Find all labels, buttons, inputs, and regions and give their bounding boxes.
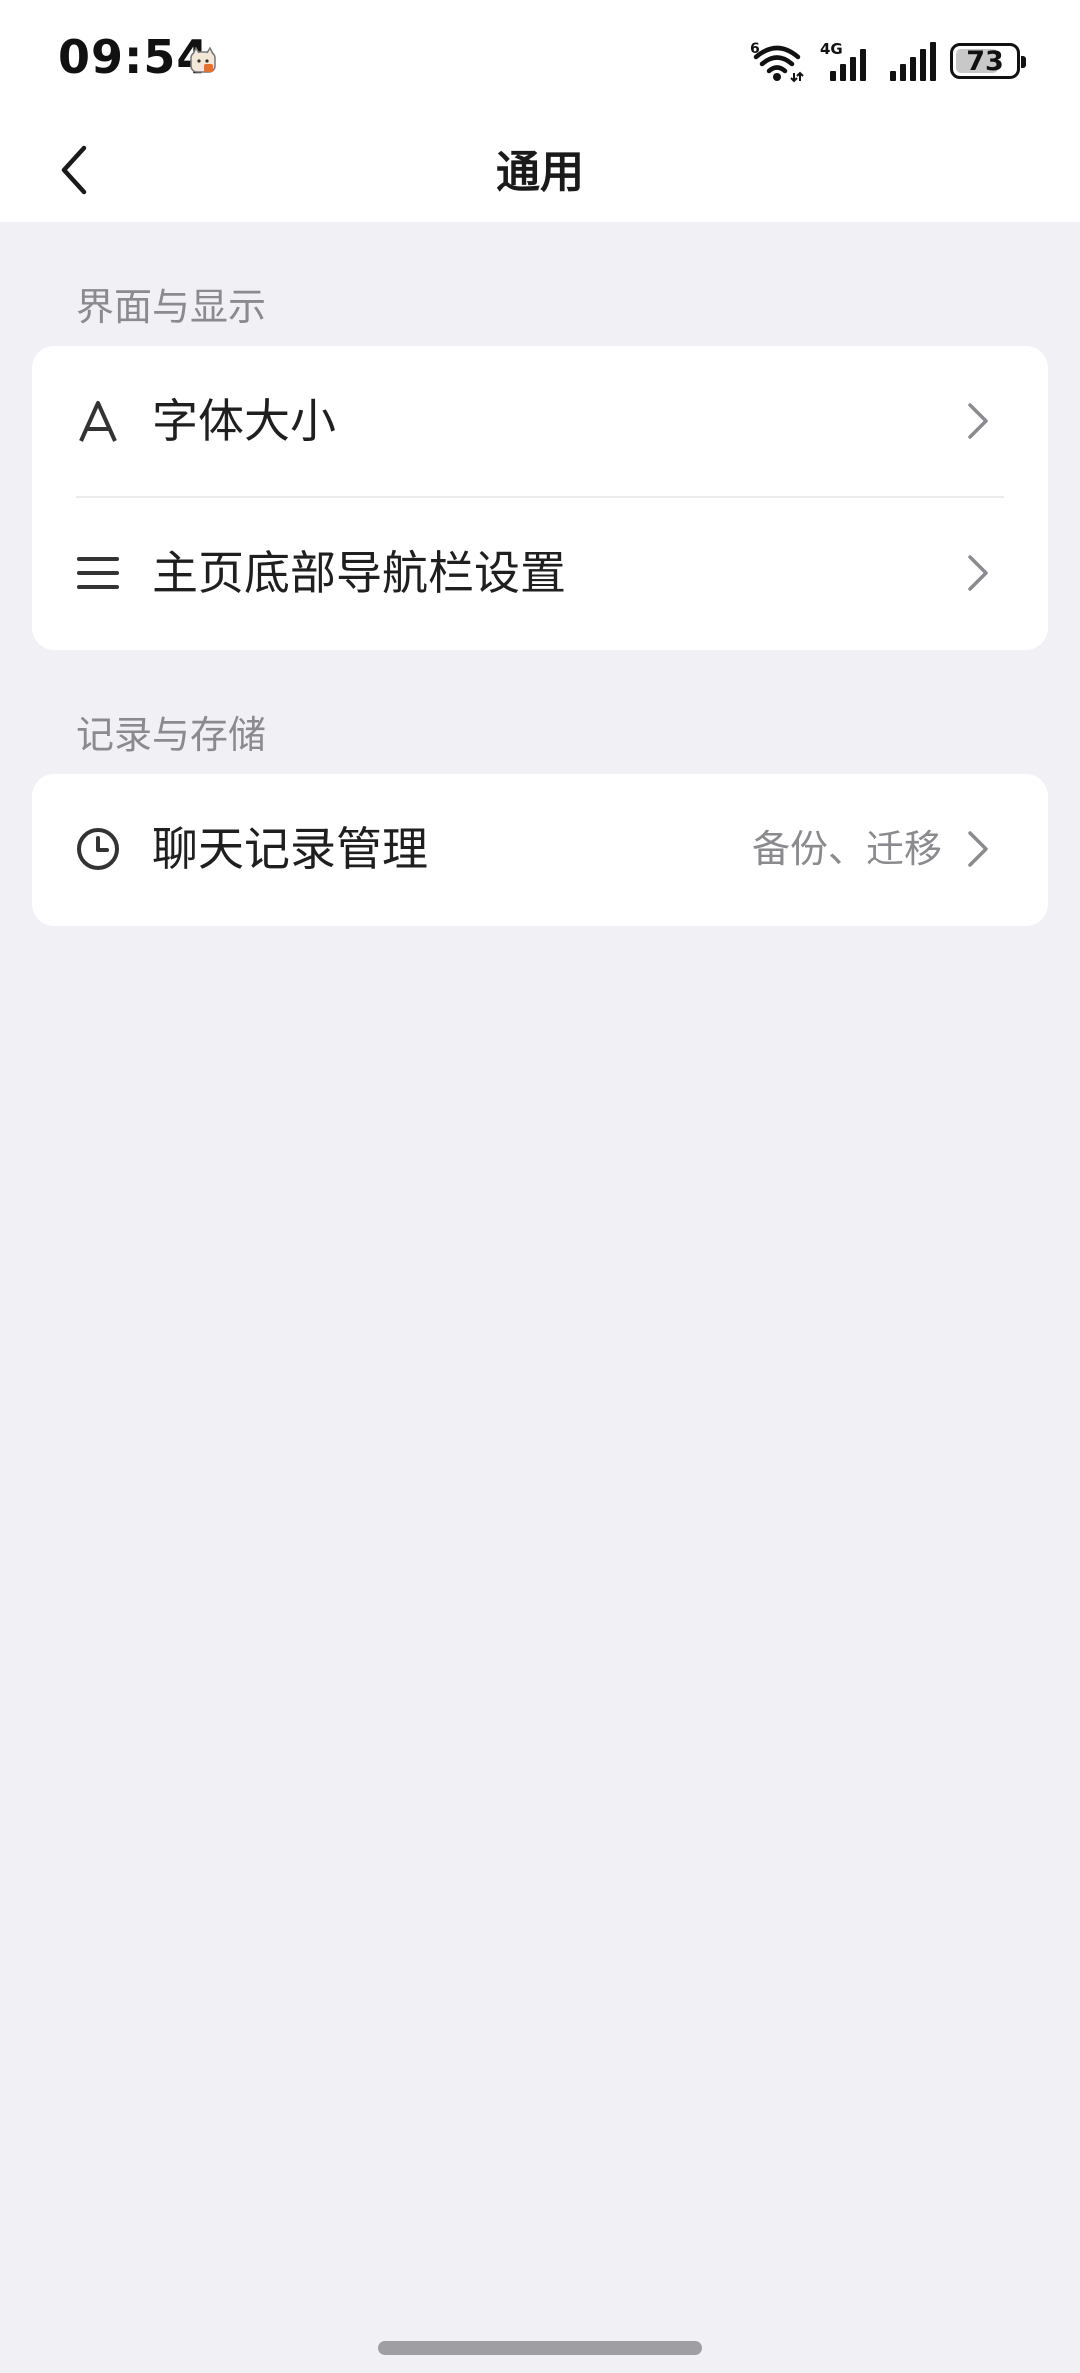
cellular-signal-icon bbox=[890, 42, 936, 81]
battery-tip bbox=[1021, 56, 1026, 68]
settings-row-font-size[interactable]: 字体大小 bbox=[32, 346, 1048, 496]
status-time: 09:54 bbox=[58, 30, 210, 84]
chevron-right-icon bbox=[968, 831, 988, 867]
section-header-storage: 记录与存储 bbox=[76, 713, 267, 757]
nav-bar: 通用 bbox=[0, 120, 1080, 222]
font-a-icon bbox=[79, 401, 117, 442]
settings-row-chat-history[interactable]: 聊天记录管理 备份、迁移 bbox=[32, 774, 1048, 924]
battery-level: 73 bbox=[966, 45, 1004, 77]
chevron-right-icon bbox=[968, 555, 988, 591]
section-header-display: 界面与显示 bbox=[76, 285, 267, 329]
cat-notification-icon bbox=[190, 46, 216, 73]
chevron-right-icon bbox=[968, 403, 988, 439]
row-label-chat-history: 聊天记录管理 bbox=[152, 822, 428, 876]
network-type-label: 4G bbox=[820, 40, 843, 58]
cellular-4g-icon: 4G bbox=[820, 40, 866, 81]
clock-icon bbox=[77, 828, 119, 870]
status-icons: 6 4G 73 bbox=[750, 38, 1026, 84]
row-value-chat-history: 备份、迁移 bbox=[751, 827, 942, 871]
page-title: 通用 bbox=[496, 147, 584, 198]
settings-card-storage: 聊天记录管理 备份、迁移 bbox=[32, 774, 1048, 926]
row-label-bottom-nav: 主页底部导航栏设置 bbox=[152, 546, 566, 600]
settings-row-bottom-nav[interactable]: 主页底部导航栏设置 bbox=[32, 498, 1048, 648]
wifi-icon: 6 bbox=[750, 41, 804, 83]
settings-card-display: 字体大小 主页底部导航栏设置 bbox=[32, 346, 1048, 650]
status-bar: 09:54 6 4G 73 bbox=[0, 0, 1080, 120]
menu-lines-icon bbox=[77, 557, 119, 589]
row-label-font-size: 字体大小 bbox=[152, 394, 336, 448]
home-indicator[interactable] bbox=[378, 2341, 702, 2355]
battery-indicator: 73 bbox=[950, 43, 1026, 79]
